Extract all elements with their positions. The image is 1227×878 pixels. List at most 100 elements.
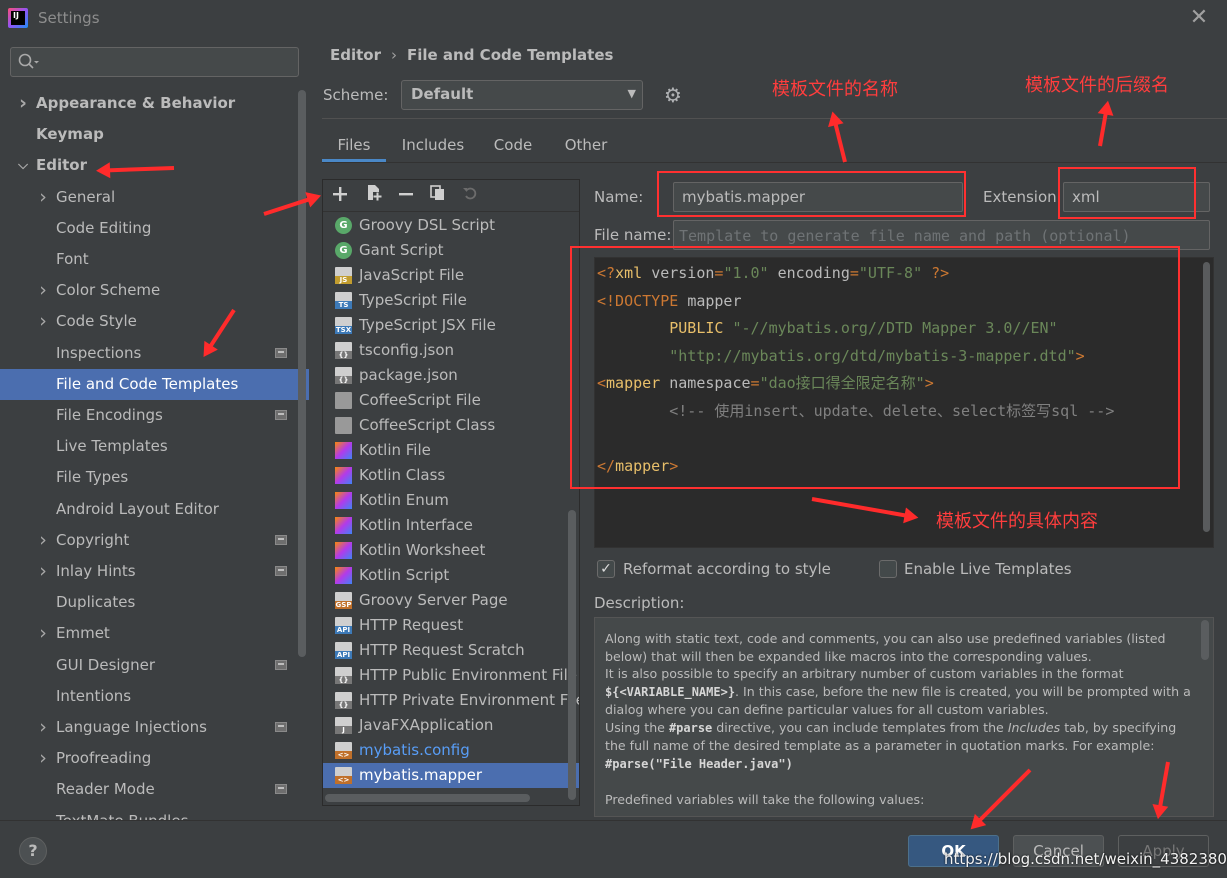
sidebar-item-android-layout-editor[interactable]: Android Layout Editor [0, 494, 296, 525]
reformat-label[interactable]: Reformat according to style [623, 560, 831, 578]
template-item-label: Kotlin File [359, 441, 431, 459]
close-icon[interactable]: ✕ [1187, 4, 1211, 32]
template-item-kotlin-script[interactable]: Kotlin Script [323, 563, 579, 588]
sidebar-item-intentions[interactable]: Intentions [0, 681, 296, 712]
template-item-javascript-file[interactable]: JS JavaScript File [323, 263, 579, 288]
sidebar-item-inlay-hints[interactable]: › Inlay Hints [0, 556, 296, 587]
gear-icon[interactable]: ⚙ [662, 84, 684, 106]
sidebar-item-inspections[interactable]: Inspections [0, 338, 296, 369]
remove-template-button[interactable] [395, 184, 417, 208]
sidebar-item-copyright[interactable]: › Copyright [0, 525, 296, 556]
gsp-file-icon: GSP [335, 592, 352, 609]
title-bar: IJ Settings ✕ [0, 0, 1227, 36]
chevron-down-icon[interactable]: ⌵ [16, 150, 30, 181]
sidebar-item-font[interactable]: Font [0, 244, 296, 275]
template-item-kotlin-file[interactable]: Kotlin File [323, 438, 579, 463]
template-item-javafxapplication[interactable]: J JavaFXApplication [323, 713, 579, 738]
template-item-typescript-file[interactable]: TS TypeScript File [323, 288, 579, 313]
template-item-label: CoffeeScript File [359, 391, 481, 409]
template-item-label: Kotlin Class [359, 466, 446, 484]
sidebar-item-file-encodings[interactable]: File Encodings [0, 400, 296, 431]
sidebar-item-keymap[interactable]: Keymap [0, 119, 296, 150]
template-list-scrollbar[interactable] [568, 510, 576, 800]
sidebar-item-file-and-code-templates[interactable]: File and Code Templates [0, 368, 309, 400]
template-item-http-request[interactable]: API HTTP Request [323, 613, 579, 638]
tab-other[interactable]: Other [552, 128, 620, 162]
enable-live-templates-checkbox[interactable] [879, 560, 897, 578]
template-list-horizontal-scrollbar[interactable] [325, 794, 530, 802]
sidebar-item-code-editing[interactable]: Code Editing [0, 213, 296, 244]
copy-template-button[interactable] [427, 184, 449, 208]
description-paragraph: Using the [605, 719, 669, 735]
template-item-coffeescript-class[interactable]: CoffeeScript Class [323, 413, 579, 438]
chevron-right-icon[interactable]: › [36, 525, 50, 556]
template-item-mybatis-config[interactable]: <> mybatis.config [323, 738, 579, 763]
settings-search-input[interactable] [10, 47, 299, 77]
sidebar-item-appearance-behavior[interactable]: › Appearance & Behavior [0, 88, 296, 119]
chevron-right-icon[interactable]: › [16, 88, 30, 119]
sidebar-item-color-scheme[interactable]: › Color Scheme [0, 275, 296, 306]
template-item-mybatis-mapper[interactable]: <> mybatis.mapper [323, 763, 579, 788]
chevron-down-icon: ▼ [627, 87, 636, 100]
template-item-kotlin-class[interactable]: Kotlin Class [323, 463, 579, 488]
reset-template-button[interactable] [459, 184, 481, 208]
annotation-note-extension: 模板文件的后缀名 [1025, 75, 1169, 96]
sidebar-item-duplicates[interactable]: Duplicates [0, 587, 296, 618]
project-level-icon [275, 659, 287, 670]
template-item-typescript-jsx-file[interactable]: TSX TypeScript JSX File [323, 313, 579, 338]
template-item-gant-script[interactable]: G Gant Script [323, 238, 579, 263]
chevron-right-icon[interactable]: › [36, 712, 50, 743]
template-item-label: JavaFXApplication [359, 716, 494, 734]
sidebar-item-file-types[interactable]: File Types [0, 462, 296, 493]
json-file-icon: {} [335, 342, 352, 359]
description-paragraph: directive, you can include templates fro… [712, 719, 1008, 735]
add-template-button[interactable] [329, 184, 351, 208]
create-child-template-button[interactable] [363, 184, 385, 208]
sidebar-scrollbar[interactable] [298, 90, 306, 657]
chevron-right-icon[interactable]: › [36, 743, 50, 774]
sidebar-item-code-style[interactable]: › Code Style [0, 306, 296, 337]
description-scrollbar[interactable] [1201, 620, 1209, 660]
sidebar-item-textmate-bundles[interactable]: TextMate Bundles [0, 806, 296, 820]
sidebar-item-reader-mode[interactable]: Reader Mode [0, 774, 296, 805]
tab-code[interactable]: Code [480, 128, 546, 162]
template-item-kotlin-worksheet[interactable]: Kotlin Worksheet [323, 538, 579, 563]
breadcrumb-parent[interactable]: Editor [330, 46, 381, 64]
chevron-right-icon[interactable]: › [36, 306, 50, 337]
tab-files[interactable]: Files [322, 128, 386, 162]
sidebar-item-label: Duplicates [56, 593, 136, 612]
sidebar-item-emmet[interactable]: › Emmet [0, 618, 296, 649]
description-code: #parse [668, 720, 713, 735]
enable-live-templates-label[interactable]: Enable Live Templates [904, 560, 1072, 578]
template-item-http-public-environment-file[interactable]: {} HTTP Public Environment File [323, 663, 579, 688]
template-item-package-json[interactable]: {} package.json [323, 363, 579, 388]
chevron-right-icon[interactable]: › [36, 618, 50, 649]
template-item-kotlin-interface[interactable]: Kotlin Interface [323, 513, 579, 538]
template-item-tsconfig-json[interactable]: {} tsconfig.json [323, 338, 579, 363]
sidebar-item-label: Intentions [56, 686, 132, 705]
template-item-http-private-environment-file[interactable]: {} HTTP Private Environment File [323, 688, 579, 713]
template-item-coffeescript-file[interactable]: CoffeeScript File [323, 388, 579, 413]
template-item-label: TypeScript File [359, 291, 467, 309]
sidebar-item-language-injections[interactable]: › Language Injections [0, 712, 296, 743]
sidebar-item-general[interactable]: › General [0, 182, 296, 213]
template-item-groovy-server-page[interactable]: GSP Groovy Server Page [323, 588, 579, 613]
tab-includes[interactable]: Includes [392, 128, 474, 162]
template-item-http-request-scratch[interactable]: API HTTP Request Scratch [323, 638, 579, 663]
chevron-right-icon[interactable]: › [36, 556, 50, 587]
chevron-right-icon[interactable]: › [36, 182, 50, 213]
sidebar-item-gui-designer[interactable]: GUI Designer [0, 650, 296, 681]
sidebar-item-live-templates[interactable]: Live Templates [0, 431, 296, 462]
project-level-icon [275, 722, 287, 732]
sidebar-item-proofreading[interactable]: › Proofreading [0, 743, 296, 774]
template-item-groovy-dsl-script[interactable]: G Groovy DSL Script [323, 213, 579, 238]
template-item-kotlin-enum[interactable]: Kotlin Enum [323, 488, 579, 513]
sidebar-item-label: Proofreading [56, 749, 152, 768]
editor-scrollbar[interactable] [1203, 262, 1210, 532]
reformat-checkbox[interactable]: ✓ [597, 560, 615, 578]
breadcrumb-separator: › [391, 46, 397, 64]
description-paragraph: It is also possible to specify an arbitr… [605, 666, 1124, 681]
help-button[interactable]: ? [19, 837, 47, 865]
chevron-right-icon[interactable]: › [36, 275, 50, 306]
scheme-dropdown[interactable]: Default ▼ [401, 80, 643, 110]
